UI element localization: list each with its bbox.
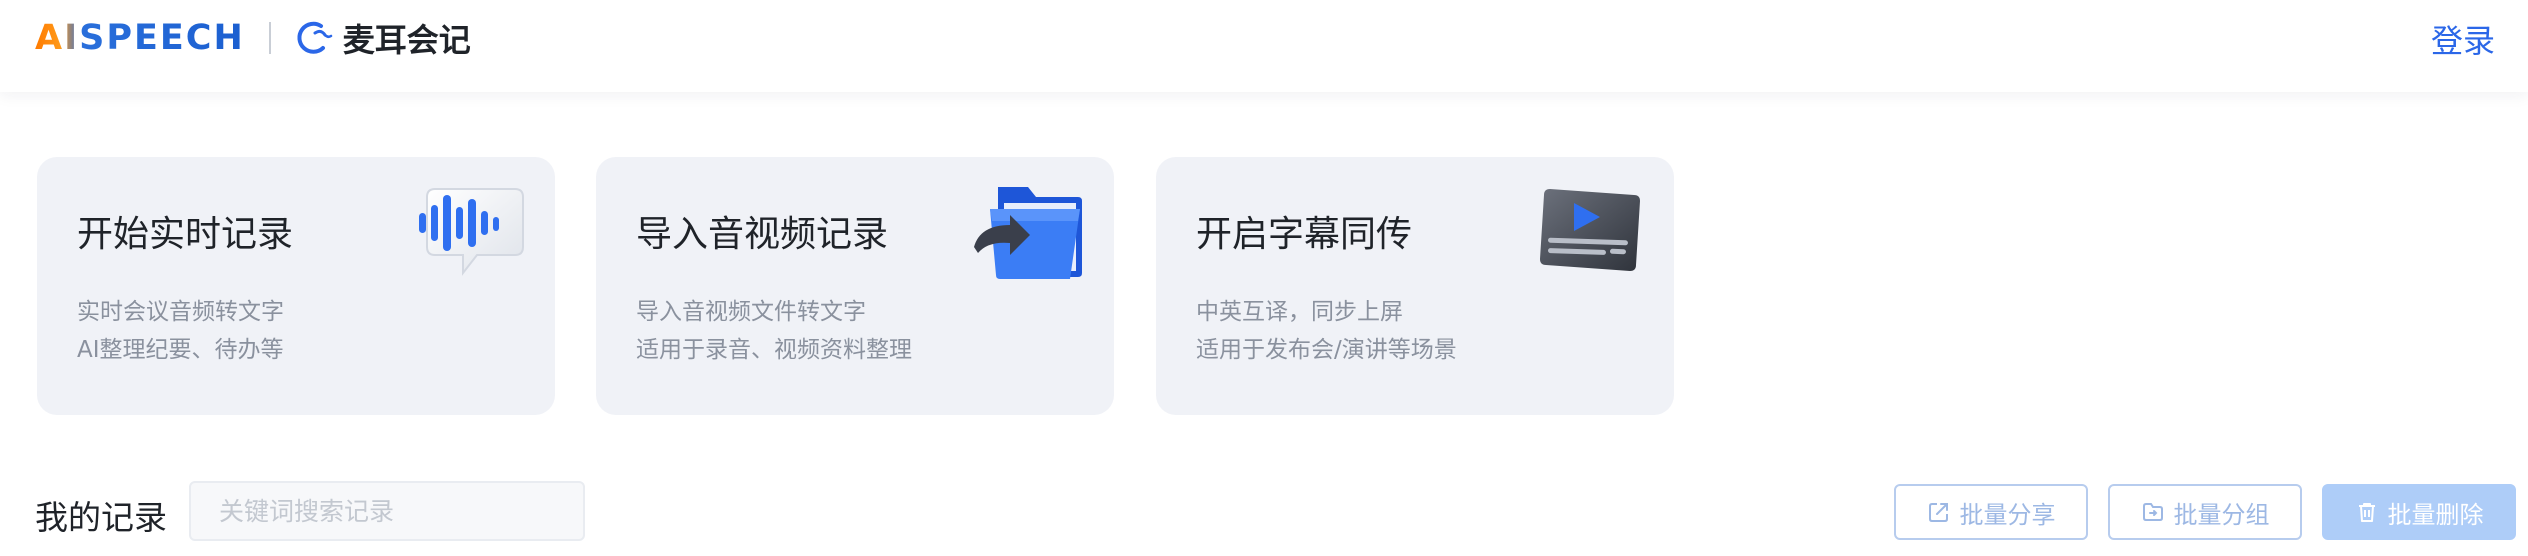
card-desc-line1: 中英互译，同步上屏 [1196, 299, 1403, 325]
card-desc-line1: 实时会议音频转文字 [77, 299, 284, 325]
app-logo-icon [297, 21, 333, 54]
import-folder-icon [974, 187, 1082, 279]
batch-share-button[interactable]: 批量分享 [1894, 484, 2088, 540]
login-link[interactable]: 登录 [2431, 16, 2495, 62]
batch-share-label: 批量分享 [1959, 500, 2056, 529]
subtitle-screen-icon [1540, 189, 1640, 271]
voice-wave-bubble-icon [419, 188, 524, 276]
card-desc-line2: 适用于发布会/演讲等场景 [1196, 337, 1457, 363]
app-name: 麦耳会记 [342, 21, 471, 59]
card-import-av-record[interactable]: 导入音视频记录 导入音视频文件转文字 适用于录音、视频资料整理 [596, 157, 1114, 415]
my-records-heading: 我的记录 [35, 498, 167, 537]
batch-group-button[interactable]: 批量分组 [2108, 484, 2302, 540]
brand-divider [268, 22, 271, 54]
record-search-input[interactable] [189, 481, 585, 541]
brand-area: AISPEECH 麦耳会记 [35, 14, 471, 62]
aispeech-logo: AISPEECH [35, 18, 245, 58]
folder-move-icon [2142, 503, 2163, 521]
card-start-realtime-record[interactable]: 开始实时记录 实时会议音频转文字 AI整理纪要、待办等 [37, 157, 555, 415]
card-title: 导入音视频记录 [636, 214, 889, 255]
card-desc-line2: AI整理纪要、待办等 [77, 337, 284, 363]
batch-delete-button[interactable]: 批量删除 [2322, 484, 2516, 540]
share-icon [1928, 503, 1948, 522]
top-header: AISPEECH 麦耳会记 登录 [0, 0, 2528, 92]
card-desc-line1: 导入音视频文件转文字 [636, 299, 866, 325]
batch-delete-label: 批量删除 [2387, 500, 2484, 529]
card-title: 开始实时记录 [77, 214, 294, 255]
batch-group-label: 批量分组 [2173, 500, 2270, 529]
trash-icon [2358, 503, 2375, 522]
card-desc-line2: 适用于录音、视频资料整理 [636, 337, 912, 363]
card-start-subtitle-translation[interactable]: 开启字幕同传 中英互译，同步上屏 适用于发布会/演讲等场景 [1156, 157, 1674, 415]
card-title: 开启字幕同传 [1196, 214, 1413, 255]
